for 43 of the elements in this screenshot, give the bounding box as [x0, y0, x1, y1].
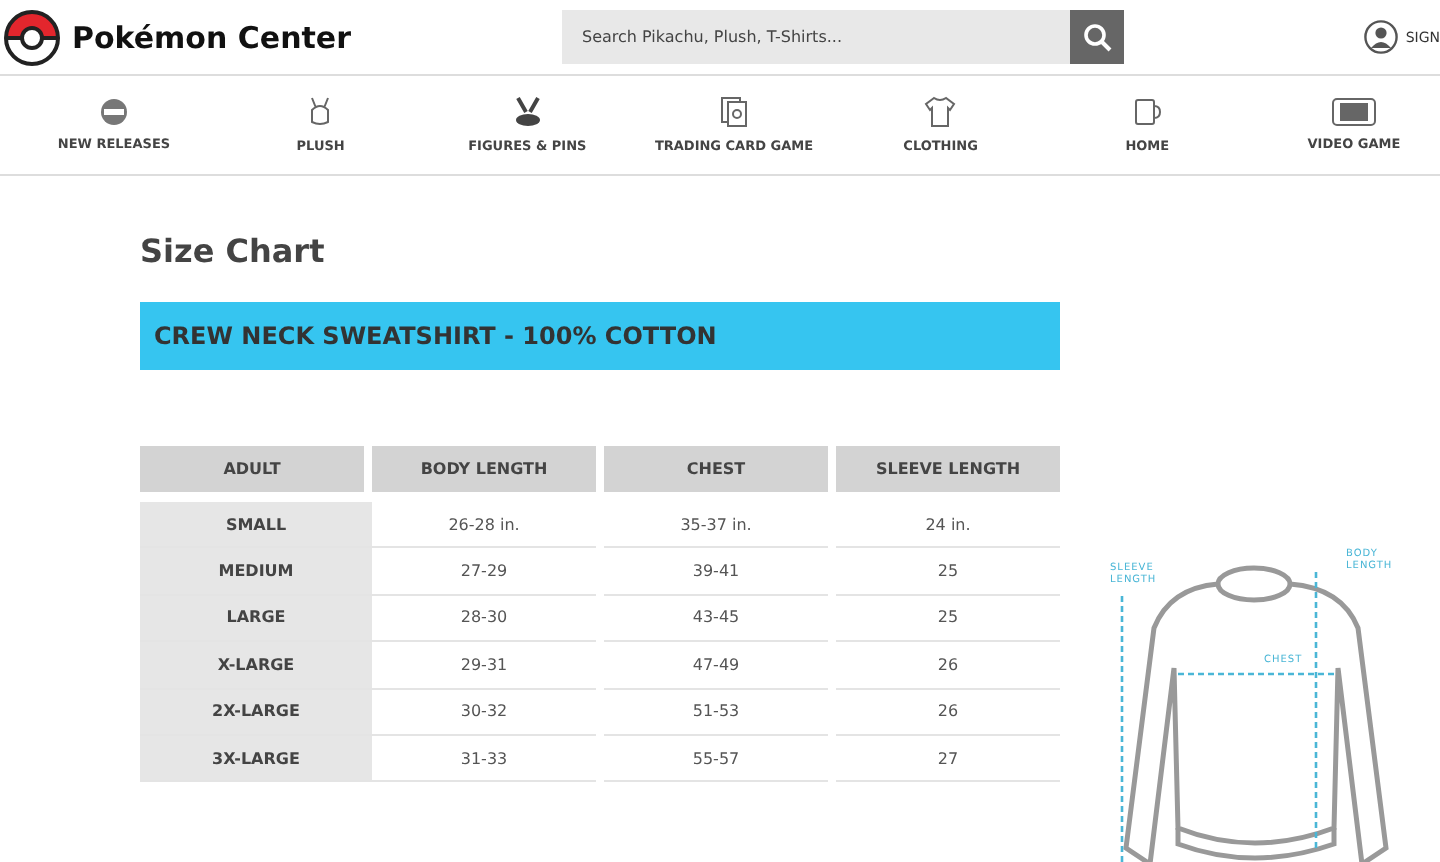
search-field[interactable]: Search Pikachu, Plush, T-Shirts...	[562, 10, 1070, 64]
table-cell: 26-28 in.	[372, 502, 596, 549]
table-cell: 26	[836, 689, 1060, 736]
table-cell: 35-37 in.	[604, 502, 828, 549]
table-cell: 30-32	[372, 689, 596, 736]
table-cell: 29-31	[372, 642, 596, 690]
logo-text: Pokémon Center	[72, 19, 351, 55]
cards-icon	[719, 96, 748, 128]
page-title: Size Chart	[140, 232, 327, 270]
row-header: X-LARGE	[140, 642, 372, 690]
game-console-icon	[1331, 98, 1376, 126]
figure-icon	[513, 96, 542, 128]
table-cell: 51-53	[604, 689, 828, 736]
table-cell: 47-49	[604, 642, 828, 690]
table-cell: 55-57	[604, 735, 828, 783]
table-cell: 27	[836, 735, 1060, 783]
product-banner: CREW NECK SWEATSHIRT - 100% COTTON	[140, 302, 1060, 370]
table-cell: 31-33	[372, 735, 596, 783]
row-header: MEDIUM	[140, 548, 372, 596]
table-cell: 27-29	[372, 548, 596, 596]
logo-ball-icon	[4, 9, 60, 65]
row-header: 2X-LARGE	[140, 689, 372, 736]
row-header: 3X-LARGE	[140, 735, 372, 783]
new-badge-icon	[100, 98, 128, 126]
search-icon	[1083, 23, 1111, 51]
column-header: SLEEVE LENGTH	[836, 446, 1060, 492]
table-cell: 39-41	[604, 548, 828, 596]
user-icon[interactable]	[1363, 20, 1398, 54]
table-cell: 26	[836, 642, 1060, 690]
column-header: BODY LENGTH	[372, 446, 596, 492]
table-cell: 28-30	[372, 595, 596, 643]
mug-icon	[1133, 96, 1162, 128]
creature-icon	[306, 96, 335, 128]
table-cell: 43-45	[604, 595, 828, 643]
table-cell: 25	[836, 595, 1060, 643]
column-header: ADULT	[140, 446, 364, 492]
table-cell: 25	[836, 548, 1060, 596]
column-header: CHEST	[604, 446, 828, 492]
row-header: LARGE	[140, 595, 372, 643]
t-shirt-icon	[924, 96, 957, 128]
row-header: SMALL	[140, 502, 372, 549]
table-cell: 24 in.	[836, 502, 1060, 549]
search-button[interactable]	[1070, 10, 1124, 64]
